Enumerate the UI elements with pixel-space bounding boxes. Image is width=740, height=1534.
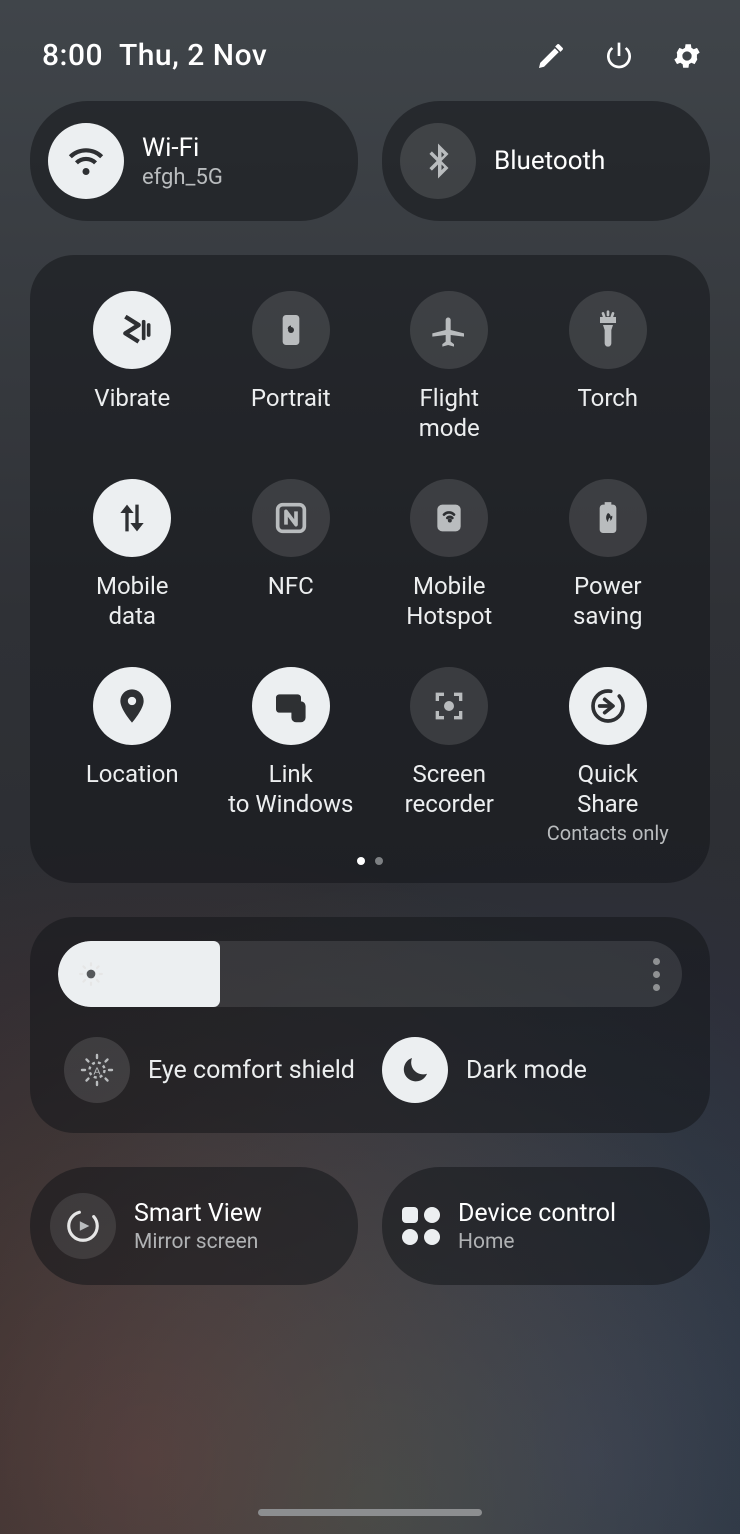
smart-view-subtitle: Mirror screen — [134, 1230, 262, 1254]
tile-powersave[interactable]: Powersaving — [532, 479, 685, 631]
brightness-card: Eye comfort shield Dark mode — [30, 917, 710, 1133]
tile-screenrec[interactable]: Screenrecorder — [373, 667, 526, 845]
wifi-subtitle: efgh_5G — [142, 165, 223, 190]
page-indicator[interactable] — [56, 857, 684, 865]
device-control-subtitle: Home — [458, 1230, 616, 1254]
tile-label: Mobiledata — [96, 571, 169, 631]
quickshare-icon — [569, 667, 647, 745]
vibrate-icon — [93, 291, 171, 369]
apps-icon — [402, 1207, 440, 1245]
tile-location[interactable]: Location — [56, 667, 209, 845]
eye-comfort-toggle[interactable]: Eye comfort shield — [58, 1037, 364, 1103]
tile-label: NFC — [268, 571, 314, 631]
eye-comfort-label: Eye comfort shield — [148, 1056, 355, 1085]
edit-icon[interactable] — [534, 39, 568, 73]
device-control-button[interactable]: Device control Home — [382, 1167, 710, 1285]
wifi-icon — [48, 123, 124, 199]
tile-sublabel: Contacts only — [547, 821, 669, 845]
tile-label: Location — [86, 759, 179, 819]
dark-mode-toggle[interactable]: Dark mode — [376, 1037, 682, 1103]
tile-quickshare[interactable]: QuickShareContacts only — [532, 667, 685, 845]
linkwin-icon — [252, 667, 330, 745]
updown-icon — [93, 479, 171, 557]
portrait-icon — [252, 291, 330, 369]
moon-icon — [382, 1037, 448, 1103]
home-indicator[interactable] — [258, 1509, 482, 1516]
tile-hotspot[interactable]: MobileHotspot — [373, 479, 526, 631]
date: Thu, 2 Nov — [119, 38, 267, 73]
tile-label: QuickShare — [577, 759, 638, 819]
tile-vibrate[interactable]: Vibrate — [56, 291, 209, 443]
settings-icon[interactable] — [670, 39, 704, 73]
eye-comfort-icon — [64, 1037, 130, 1103]
tile-nfc[interactable]: NFC — [215, 479, 368, 631]
bluetooth-label: Bluetooth — [494, 146, 605, 176]
tile-torch[interactable]: Torch — [532, 291, 685, 443]
page-dot — [375, 857, 383, 865]
tile-mobiledata[interactable]: Mobiledata — [56, 479, 209, 631]
tile-portrait[interactable]: Portrait — [215, 291, 368, 443]
smart-view-button[interactable]: Smart View Mirror screen — [30, 1167, 358, 1285]
smart-view-icon — [50, 1193, 116, 1259]
airplane-icon — [410, 291, 488, 369]
location-icon — [93, 667, 171, 745]
page-dot — [357, 857, 365, 865]
tile-label: Portrait — [251, 383, 331, 443]
wifi-label: Wi-Fi — [142, 133, 223, 163]
quick-tiles-card: Vibrate Portrait Flightmode Torch Mobiledata… — [30, 255, 710, 883]
tile-label: MobileHotspot — [406, 571, 492, 631]
status-bar: 8:00 Thu, 2 Nov — [0, 0, 740, 95]
bluetooth-toggle[interactable]: Bluetooth — [382, 101, 710, 221]
tile-linkwindows[interactable]: Linkto Windows — [215, 667, 368, 845]
dark-mode-label: Dark mode — [466, 1056, 587, 1085]
tile-label: Linkto Windows — [228, 759, 353, 819]
device-control-title: Device control — [458, 1199, 616, 1228]
hotspot-icon — [410, 479, 488, 557]
tile-label: Vibrate — [94, 383, 170, 443]
tile-label: Screenrecorder — [405, 759, 494, 819]
tile-label: Torch — [577, 383, 638, 443]
brightness-icon — [78, 961, 104, 987]
brightness-slider[interactable] — [58, 941, 682, 1007]
screenrec-icon — [410, 667, 488, 745]
tile-label: Powersaving — [573, 571, 642, 631]
tile-label: Flightmode — [419, 383, 480, 443]
wifi-toggle[interactable]: Wi-Fi efgh_5G — [30, 101, 358, 221]
smart-view-title: Smart View — [134, 1199, 262, 1228]
torch-icon — [569, 291, 647, 369]
power-icon[interactable] — [602, 39, 636, 73]
bluetooth-icon — [400, 123, 476, 199]
clock-date: 8:00 Thu, 2 Nov — [42, 38, 267, 73]
battery-icon — [569, 479, 647, 557]
brightness-menu-icon[interactable] — [653, 958, 660, 991]
tile-flight[interactable]: Flightmode — [373, 291, 526, 443]
nfc-icon — [252, 479, 330, 557]
clock: 8:00 — [42, 38, 103, 73]
